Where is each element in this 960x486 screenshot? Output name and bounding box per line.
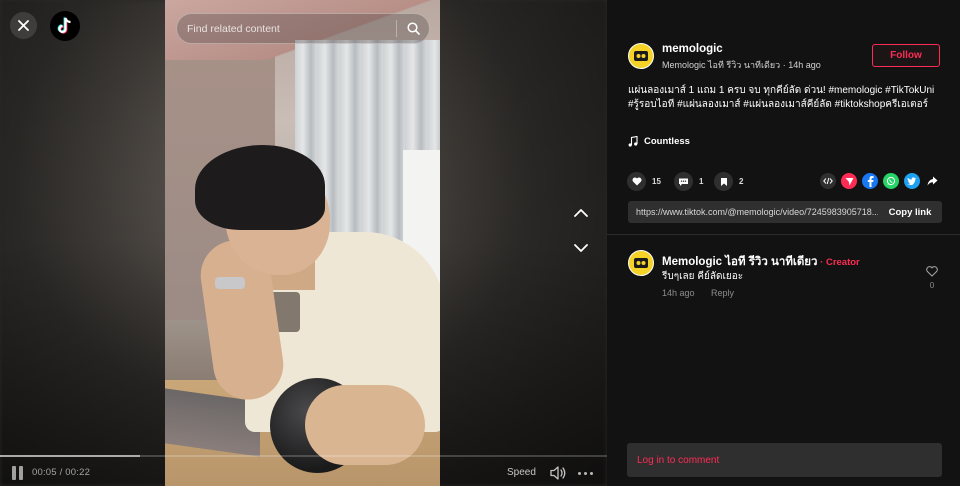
avatar-logo-icon [634, 51, 648, 61]
comment-like-button[interactable]: 0 [925, 266, 939, 290]
embed-icon [823, 177, 833, 185]
login-to-comment-box[interactable]: Log in to comment [627, 443, 942, 477]
bookmark-icon [720, 177, 727, 186]
creator-badge: · Creator [817, 257, 860, 268]
volume-icon [550, 466, 566, 480]
video-scene-hand [305, 385, 425, 465]
whatsapp-icon [886, 176, 896, 186]
share-arrow-icon [927, 176, 937, 186]
copy-link-button[interactable]: Copy link [878, 207, 942, 218]
heart-icon [632, 177, 641, 186]
volume-button[interactable] [549, 465, 567, 481]
pause-icon-bar [19, 466, 23, 480]
tiktok-logo-button[interactable] [50, 11, 80, 41]
tiktok-logo-icon [57, 17, 71, 34]
embed-button[interactable] [820, 173, 836, 189]
playback-time: 00:05 / 00:22 [32, 467, 91, 478]
save-circle[interactable] [714, 172, 733, 191]
more-icon-dot [584, 472, 587, 475]
heart-outline-icon [926, 266, 938, 277]
share-twitter-button[interactable] [904, 173, 920, 189]
like-count: 15 [652, 177, 661, 186]
send-icon [845, 177, 853, 185]
video-frame[interactable] [165, 0, 440, 486]
author-avatar[interactable] [628, 43, 654, 69]
send-to-friends-button[interactable] [841, 173, 857, 189]
facebook-icon [867, 175, 874, 187]
video-link-box: https://www.tiktok.com/@memologic/video/… [628, 201, 942, 223]
save-button[interactable]: 2 [714, 172, 743, 191]
comment-avatar[interactable] [628, 250, 654, 276]
login-to-comment-link[interactable]: Log in to comment [637, 455, 719, 466]
comment-circle[interactable] [674, 172, 693, 191]
video-scene-watch [215, 277, 245, 289]
like-circle[interactable] [627, 172, 646, 191]
save-count: 2 [739, 177, 744, 186]
search-bar[interactable] [176, 13, 430, 44]
twitter-icon [907, 177, 917, 185]
comment-icon [679, 178, 688, 186]
share-whatsapp-button[interactable] [883, 173, 899, 189]
next-video-button[interactable] [571, 240, 591, 256]
progress-bar[interactable] [0, 455, 607, 457]
comment-time: 14h ago [662, 288, 695, 298]
details-panel: memologic Memologic ไอที รีวิว นาทีเดียว… [607, 0, 960, 486]
search-input[interactable] [177, 14, 396, 43]
video-player[interactable]: 00:05 / 00:22 Speed [0, 0, 607, 486]
close-button[interactable] [10, 12, 37, 39]
video-scene-hair [195, 145, 325, 230]
follow-button[interactable]: Follow [872, 44, 940, 67]
author-username[interactable]: memologic [662, 43, 723, 55]
speed-button[interactable]: Speed [507, 467, 536, 478]
more-icon-dot [590, 472, 593, 475]
more-icon [578, 472, 581, 475]
chevron-up-icon [574, 208, 588, 217]
panel-divider [607, 234, 960, 235]
pause-icon [12, 466, 16, 480]
pause-button[interactable] [12, 466, 24, 480]
search-icon [406, 22, 420, 35]
author-meta: Memologic ไอที รีวิว นาทีเดียว · 14h ago [662, 60, 821, 70]
comment-like-count: 0 [929, 281, 935, 290]
like-button[interactable]: 15 [627, 172, 661, 191]
music-link[interactable]: Countless [628, 136, 690, 147]
previous-video-button[interactable] [571, 204, 591, 220]
share-facebook-button[interactable] [862, 173, 878, 189]
share-more-button[interactable] [924, 173, 940, 189]
close-icon [18, 20, 29, 31]
avatar-logo-icon [634, 258, 648, 268]
reply-button[interactable]: Reply [711, 288, 734, 298]
comment-count: 1 [699, 177, 704, 186]
chevron-down-icon [574, 243, 588, 252]
comment-button[interactable]: 1 [674, 172, 703, 191]
comment-text: รีบๆเลย คีย์ลัดเยอะ [662, 271, 744, 282]
music-note-icon [628, 136, 638, 147]
comment-author-name[interactable]: Memologic ไอที รีวิว นาทีเดียว [662, 256, 818, 268]
search-button[interactable] [397, 14, 429, 43]
more-options-button[interactable] [578, 472, 593, 475]
video-link-text[interactable]: https://www.tiktok.com/@memologic/video/… [628, 207, 878, 217]
progress-bar-fill [0, 455, 140, 457]
music-title[interactable]: Countless [644, 136, 690, 147]
video-caption: แผ่นลองเมาส์ 1 แถม 1 ครบ จบ ทุกคีย์ลัด ด… [628, 85, 935, 110]
